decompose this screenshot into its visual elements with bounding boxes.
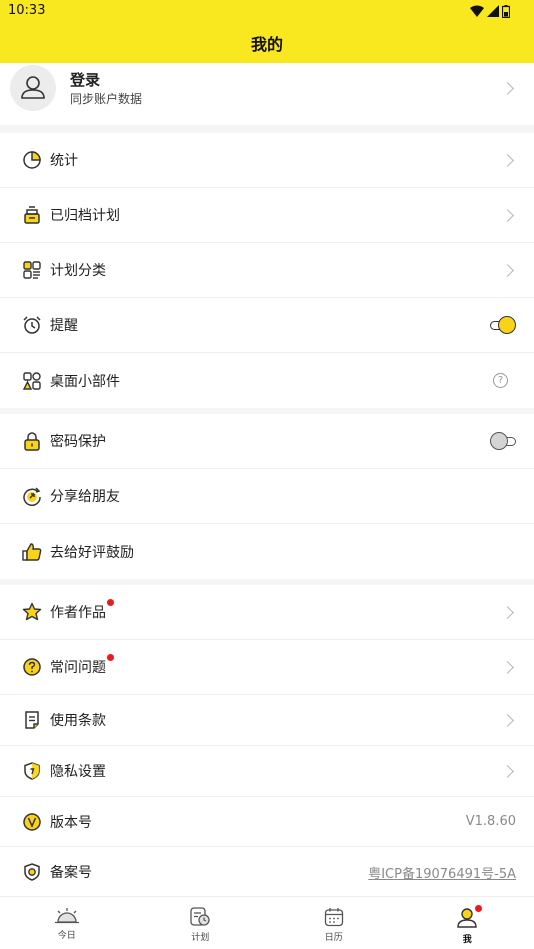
lock-icon xyxy=(22,431,42,451)
tab-label: 日历 xyxy=(324,933,343,943)
tab-today[interactable]: 今日 xyxy=(0,897,134,949)
status-time: 10:33 xyxy=(8,3,46,18)
bottom-tab-bar: 今日 计划 日历 我 xyxy=(0,896,534,949)
menu-item-label: 已归档计划 xyxy=(50,208,120,224)
menu-item-icp-record[interactable]: 备案号 粤ICP备19076491号-5A xyxy=(0,847,534,897)
menu-item-label: 分享给朋友 xyxy=(50,489,120,505)
settings-section-3: 作者作品 常问问题 使用条款 隐私设置 版本号 V1.8.60 备案号 粤ICP… xyxy=(0,585,534,897)
settings-section-1: 统计 已归档计划 计划分类 提醒 桌面小部件 ? xyxy=(0,133,534,408)
reminder-toggle[interactable] xyxy=(490,316,516,334)
chevron-right-icon xyxy=(501,208,514,222)
menu-item-author-works[interactable]: 作者作品 xyxy=(0,585,534,640)
thumbs-up-icon xyxy=(22,542,42,562)
menu-item-password-protection[interactable]: 密码保护 xyxy=(0,414,534,469)
user-icon xyxy=(21,76,45,99)
menu-item-privacy[interactable]: 隐私设置 xyxy=(0,746,534,797)
chevron-right-icon xyxy=(501,713,514,727)
menu-item-label: 桌面小部件 xyxy=(50,373,120,390)
menu-item-plan-categories[interactable]: 计划分类 xyxy=(0,243,534,298)
document-icon xyxy=(22,710,42,730)
menu-item-version: 版本号 V1.8.60 xyxy=(0,797,534,847)
menu-item-label: 使用条款 xyxy=(50,713,106,729)
plan-clock-icon xyxy=(190,907,210,926)
password-toggle[interactable] xyxy=(490,432,516,450)
login-label[interactable]: 登录 xyxy=(70,69,100,90)
profile-chevron xyxy=(501,63,516,113)
menu-item-label: 备案号 xyxy=(50,865,92,881)
chevron-right-icon xyxy=(501,660,514,674)
menu-item-faq[interactable]: 常问问题 xyxy=(0,640,534,695)
menu-item-label: 统计 xyxy=(50,153,78,169)
calendar-icon xyxy=(324,908,343,927)
star-icon xyxy=(22,602,42,622)
tab-label: 我 xyxy=(462,935,472,945)
battery-icon xyxy=(502,4,510,18)
menu-item-statistics[interactable]: 统计 xyxy=(0,133,534,188)
signal-icon xyxy=(487,5,499,17)
menu-item-label: 作者作品 xyxy=(50,599,114,622)
avatar[interactable] xyxy=(10,65,56,111)
shield-icon xyxy=(22,761,42,781)
record-shield-icon xyxy=(22,862,42,882)
question-icon xyxy=(22,657,42,677)
menu-item-label: 去给好评鼓励 xyxy=(50,544,134,561)
tab-label: 计划 xyxy=(191,933,210,943)
help-icon[interactable]: ? xyxy=(493,373,508,388)
tab-plans[interactable]: 计划 xyxy=(134,897,268,949)
new-badge xyxy=(107,599,114,606)
version-badge-icon xyxy=(22,812,42,832)
icp-record-link[interactable]: 粤ICP备19076491号-5A xyxy=(368,863,516,882)
menu-item-rate-app[interactable]: 去给好评鼓励 xyxy=(0,524,534,579)
menu-item-label: 版本号 xyxy=(50,814,92,831)
menu-item-label: 提醒 xyxy=(50,318,78,334)
profile-card[interactable]: 登录 同步账户数据 xyxy=(0,63,534,125)
menu-item-archived-plans[interactable]: 已归档计划 xyxy=(0,188,534,243)
chevron-right-icon xyxy=(501,764,514,778)
tab-label: 今日 xyxy=(57,931,76,941)
chevron-right-icon xyxy=(501,605,514,619)
pie-chart-icon xyxy=(22,150,42,170)
widgets-icon xyxy=(22,371,42,391)
menu-item-label: 隐私设置 xyxy=(50,764,106,780)
archive-box-icon xyxy=(22,205,42,225)
share-icon xyxy=(22,486,42,506)
menu-item-label: 常问问题 xyxy=(50,654,114,677)
app-header: 我的 xyxy=(0,22,534,63)
menu-item-reminder[interactable]: 提醒 xyxy=(0,298,534,353)
menu-item-share[interactable]: 分享给朋友 xyxy=(0,469,534,524)
status-bar: 10:33 xyxy=(0,0,534,22)
settings-section-2: 密码保护 分享给朋友 去给好评鼓励 xyxy=(0,414,534,579)
tab-calendar[interactable]: 日历 xyxy=(267,897,401,949)
chevron-right-icon xyxy=(501,153,514,167)
page-title: 我的 xyxy=(250,34,283,54)
sync-subtitle: 同步账户数据 xyxy=(70,92,143,106)
chevron-right-icon xyxy=(501,81,514,95)
new-badge xyxy=(107,654,114,661)
category-grid-icon xyxy=(22,260,42,280)
tab-me[interactable]: 我 xyxy=(401,897,534,949)
version-number: V1.8.60 xyxy=(465,814,516,829)
alarm-clock-icon xyxy=(22,315,42,335)
system-icons xyxy=(470,4,510,18)
menu-item-widgets[interactable]: 桌面小部件 ? xyxy=(0,353,534,408)
chevron-right-icon xyxy=(501,263,514,277)
sunrise-icon xyxy=(54,908,79,924)
menu-item-terms[interactable]: 使用条款 xyxy=(0,695,534,746)
wifi-icon xyxy=(470,5,484,17)
notification-badge xyxy=(474,905,482,912)
menu-item-label: 计划分类 xyxy=(50,263,106,279)
menu-item-label: 密码保护 xyxy=(50,434,106,450)
